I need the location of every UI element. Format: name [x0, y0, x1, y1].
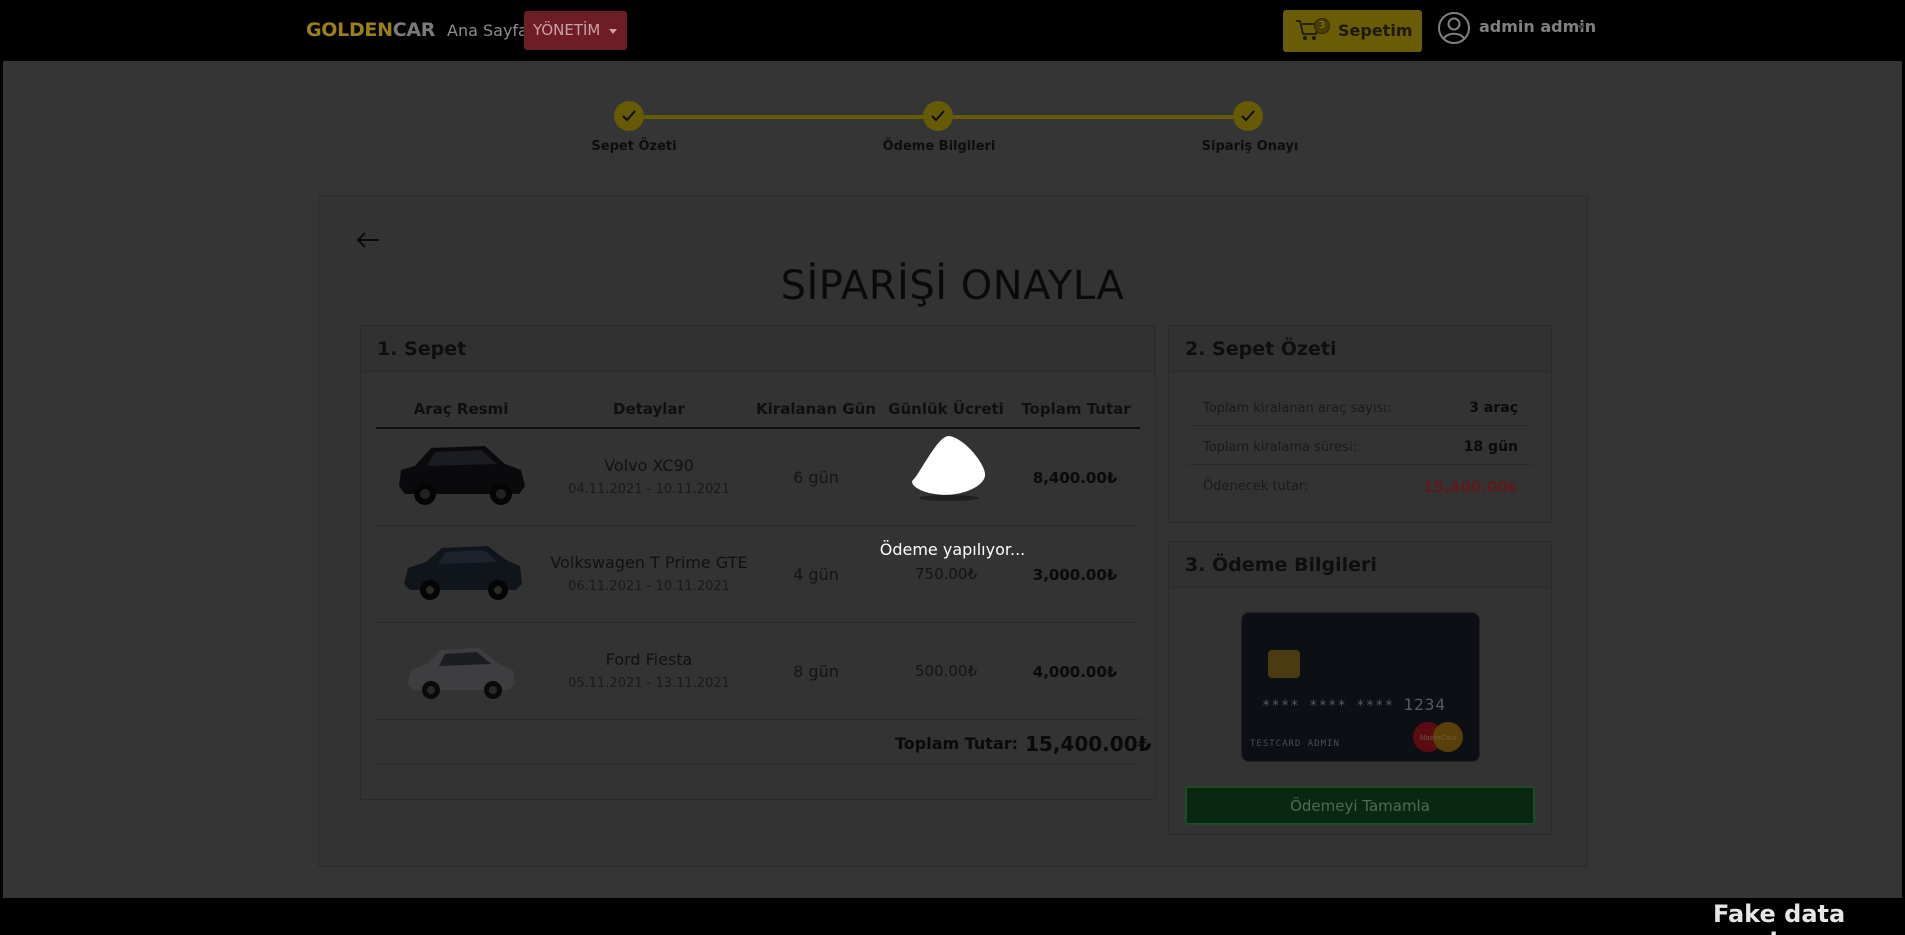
- rental-dates: 04.11.2021 - 10.11.2021: [568, 482, 730, 497]
- nav-home-link[interactable]: Ana Sayfa: [447, 21, 528, 40]
- summary-label: Ödenecek tutar:: [1203, 479, 1309, 494]
- row-divider: [376, 622, 1140, 623]
- check-icon: [931, 110, 945, 122]
- brand-gold-text: GOLDEN: [306, 19, 393, 41]
- col-header-details: Detaylar: [613, 400, 685, 418]
- col-header-total: Toplam Tutar: [1021, 400, 1131, 418]
- col-header-image: Araç Resmi: [413, 400, 509, 418]
- mastercard-logo-icon: MasterCard: [1413, 722, 1463, 752]
- rental-dates: 06.11.2021 - 10.11.2021: [568, 579, 730, 594]
- car-image-ford: [407, 648, 515, 699]
- row-total: 4,000.00₺: [1032, 663, 1118, 681]
- step-2-check: [923, 101, 953, 131]
- grand-total-label: Toplam Tutar:: [895, 734, 1019, 753]
- card-number: **** **** **** 1234: [1262, 695, 1446, 714]
- chevron-down-icon: [1577, 25, 1585, 30]
- back-arrow-icon[interactable]: [355, 230, 381, 250]
- grand-total-value: 15,400.00₺: [1025, 732, 1152, 756]
- check-icon: [622, 110, 636, 122]
- daily-price: 750.00₺: [914, 565, 978, 583]
- summary-value: 3 araç: [1469, 400, 1518, 416]
- card-holder-name: TESTCARD ADMIN: [1250, 739, 1340, 749]
- step-1-label: Sepet Özeti: [591, 139, 677, 154]
- card-number-masked: **** **** ****: [1262, 698, 1395, 714]
- rental-days: 4 gün: [793, 565, 839, 584]
- cart-button[interactable]: 3 Sepetim: [1283, 10, 1422, 52]
- loading-spinner-icon: [912, 436, 986, 501]
- table-header-divider: [376, 427, 1140, 429]
- car-name: Volvo XC90: [604, 456, 694, 475]
- user-avatar-icon: [1438, 12, 1470, 44]
- admin-dropdown[interactable]: YÖNETİM: [524, 11, 627, 50]
- rental-days: 6 gün: [793, 468, 839, 487]
- summary-label: Toplam kiralanan araç sayısı:: [1203, 401, 1392, 416]
- summary-value: 18 gün: [1463, 439, 1518, 455]
- step-3-label: Sipariş Onayı: [1201, 139, 1299, 154]
- daily-price: 500.00₺: [914, 662, 978, 680]
- summary-divider: [1188, 425, 1532, 426]
- card-chip-icon: [1268, 650, 1300, 678]
- loading-message: Ödeme yapılıyor...: [879, 540, 1026, 559]
- step-1-check: [614, 101, 644, 131]
- step-3-check: [1233, 101, 1263, 131]
- summary-divider: [1188, 464, 1532, 465]
- credit-card-preview: **** **** **** 1234 TESTCARD ADMIN Maste…: [1241, 612, 1480, 762]
- admin-dropdown-label: YÖNETİM: [533, 21, 601, 39]
- rental-days: 8 gün: [793, 662, 839, 681]
- bottom-bar: [0, 898, 1905, 935]
- row-total: 8,400.00₺: [1032, 469, 1118, 487]
- car-name: Ford Fiesta: [605, 650, 693, 669]
- row-divider: [376, 525, 1140, 526]
- brand-rest-text: CAR: [392, 19, 436, 41]
- row-total: 3,000.00₺: [1032, 566, 1118, 584]
- page-title: SİPARİŞİ ONAYLA: [780, 263, 1125, 309]
- cart-count-badge: 3: [1314, 18, 1330, 34]
- row-divider: [376, 764, 1140, 765]
- row-divider: [376, 719, 1140, 720]
- amount-due-value: 15,400.00₺: [1423, 478, 1518, 496]
- top-navbar: GOLDENCAR Ana Sayfa YÖNETİM 3 Sepetim ad…: [0, 0, 1905, 60]
- col-header-days: Kiralanan Gün: [756, 400, 876, 418]
- chevron-down-icon: [609, 29, 617, 34]
- cart-button-label: Sepetim: [1338, 21, 1413, 40]
- step-2-label: Ödeme Bilgileri: [882, 139, 996, 154]
- check-icon: [1241, 110, 1255, 122]
- col-header-daily-price: Günlük Ücreti: [888, 400, 1004, 418]
- car-image-volvo: [399, 446, 525, 505]
- cart-panel-title: 1. Sepet: [361, 326, 1155, 372]
- brand-logo[interactable]: GOLDENCAR: [306, 19, 435, 41]
- mastercard-logo-text: MasterCard: [1420, 735, 1458, 742]
- summary-label: Toplam kiralama süresi:: [1203, 440, 1357, 455]
- card-number-last4: 1234: [1403, 695, 1446, 714]
- fake-data-watermark: Fake data used: [1713, 900, 1846, 935]
- complete-payment-button[interactable]: Ödemeyi Tamamla: [1185, 786, 1535, 825]
- rental-dates: 05.11.2021 - 13.11.2021: [568, 676, 730, 691]
- summary-panel-title: 2. Sepet Özeti: [1169, 326, 1551, 372]
